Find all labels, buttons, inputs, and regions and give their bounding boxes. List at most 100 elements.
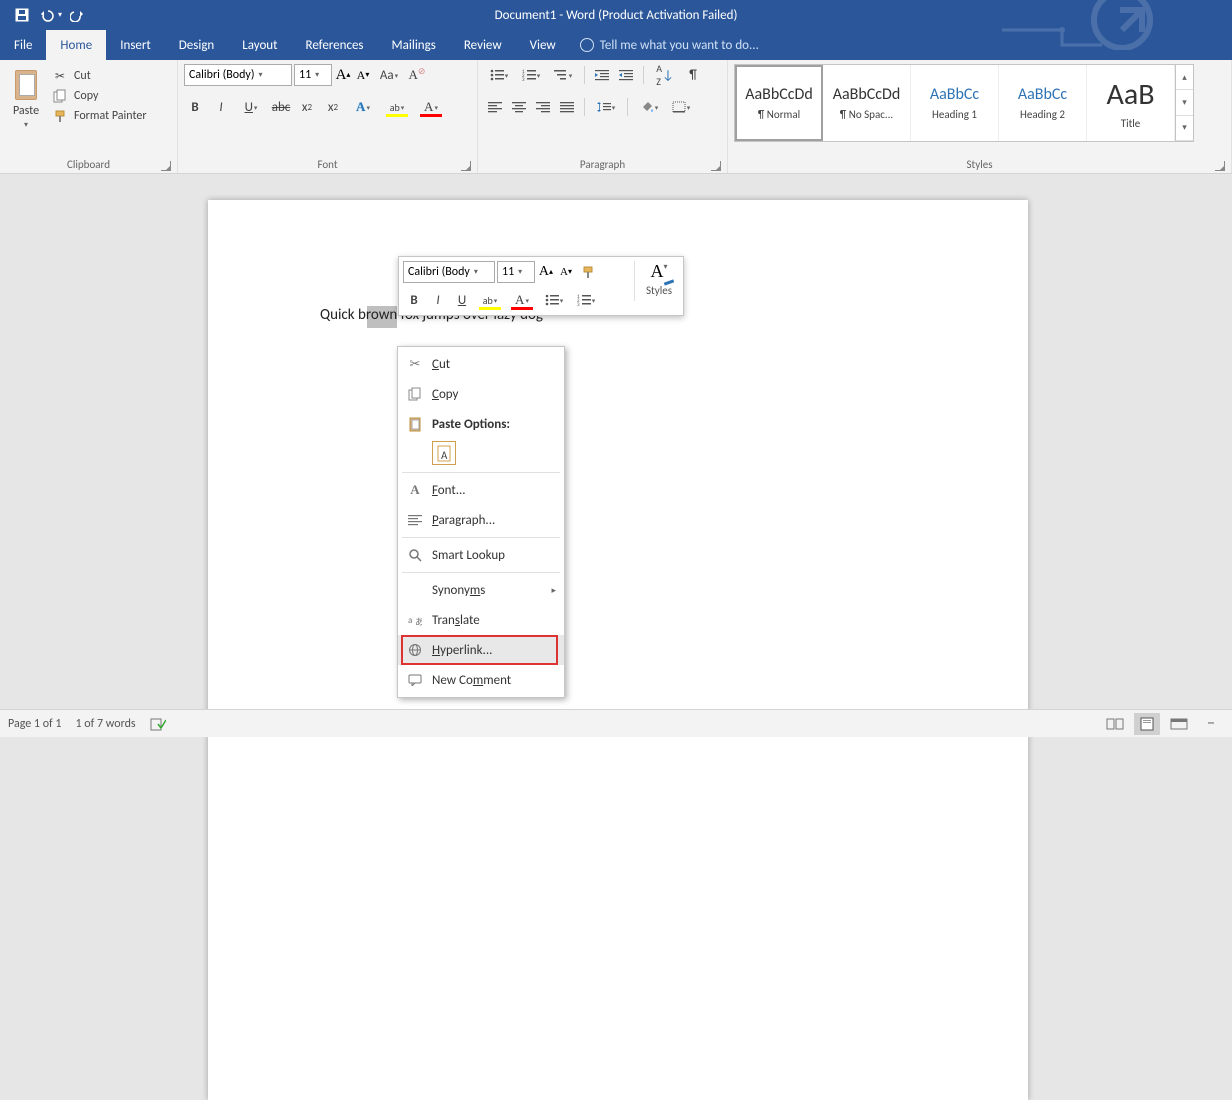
bold-button[interactable]: B [184,96,206,118]
mini-italic-button[interactable]: I [427,289,449,311]
paste-split-button[interactable]: Paste ▾ [6,64,46,130]
menu-translate[interactable]: aあTranslate [398,605,564,635]
cut-button[interactable]: ✂Cut [52,68,147,84]
group-styles: AaBbCcDd¶ Normal AaBbCcDd¶ No Spac... Aa… [728,60,1232,173]
mini-format-painter-button[interactable] [577,261,599,283]
tab-view[interactable]: View [516,30,570,60]
paragraph-launcher[interactable] [711,161,721,171]
menu-copy[interactable]: Copy [398,379,564,409]
menu-cut[interactable]: ✂Cut [398,349,564,379]
align-right-button[interactable] [532,96,554,118]
tab-references[interactable]: References [292,30,378,60]
status-proofing-icon[interactable] [150,717,166,731]
svg-text:3: 3 [577,302,580,306]
gallery-more[interactable]: ▾ [1176,116,1193,141]
text-effects-button[interactable]: A▾ [348,96,378,118]
italic-button[interactable]: I [210,96,232,118]
font-size-combo[interactable]: 11▾ [294,64,332,86]
status-page[interactable]: Page 1 of 1 [8,717,62,731]
mini-numbering-button[interactable]: 123▾ [571,289,601,311]
style-heading-1[interactable]: AaBbCcHeading 1 [911,65,999,141]
numbering-button[interactable]: 123▾ [516,64,546,86]
mini-font-size-combo[interactable]: 11▾ [497,261,535,283]
shrink-font-button[interactable]: A▾ [354,64,372,86]
undo-split-button[interactable]: ▾ [38,3,62,27]
tab-design[interactable]: Design [165,30,228,60]
highlight-color-button[interactable]: ab▾ [382,96,412,118]
tab-layout[interactable]: Layout [228,30,291,60]
mini-bold-button[interactable]: B [403,289,425,311]
view-read-mode-button[interactable] [1102,713,1128,735]
menu-paragraph[interactable]: Paragraph... [398,505,564,535]
align-center-button[interactable] [508,96,530,118]
tab-review[interactable]: Review [450,30,516,60]
show-paragraph-marks-button[interactable]: ¶ [682,64,704,86]
svg-text:a: a [408,615,412,626]
mini-font-color-button[interactable]: A▾ [507,289,537,311]
tab-home[interactable]: Home [46,30,106,60]
paste-keep-text-only-button[interactable]: A [432,441,456,465]
document-area[interactable]: Quick brown fox jumps over lazy dog [0,174,1232,709]
gallery-scroll-down[interactable]: ▾ [1176,90,1193,115]
clear-formatting-button[interactable]: A⊘ [406,64,428,86]
mini-underline-button[interactable]: U [451,289,473,311]
tab-insert[interactable]: Insert [106,30,165,60]
styles-launcher[interactable] [1215,161,1225,171]
copy-button[interactable]: Copy [52,88,147,104]
strikethrough-button[interactable]: abc [270,96,292,118]
mini-highlight-button[interactable]: ab▾ [475,289,505,311]
subscript-button[interactable]: x2 [296,96,318,118]
style-title[interactable]: AaBTitle [1087,65,1175,141]
redo-button[interactable] [66,3,90,27]
document-page[interactable]: Quick brown fox jumps over lazy dog [208,200,1028,1100]
shading-button[interactable]: ▾ [634,96,664,118]
menu-smart-lookup[interactable]: Smart Lookup [398,540,564,570]
font-launcher[interactable] [461,161,471,171]
group-font-label: Font [317,158,337,171]
copy-icon [406,385,424,403]
mini-styles-button[interactable]: A▾ Styles [639,261,679,311]
view-print-layout-button[interactable] [1134,713,1160,735]
superscript-button[interactable]: x2 [322,96,344,118]
sort-button[interactable]: AZ↓ [650,64,680,86]
change-case-button[interactable]: Aa▾ [374,64,404,86]
borders-button[interactable]: ▾ [666,96,696,118]
style-no-spacing[interactable]: AaBbCcDd¶ No Spac... [823,65,911,141]
increase-indent-button[interactable] [615,64,637,86]
separator [584,98,585,116]
status-words[interactable]: 1 of 7 words [76,717,136,731]
font-name-combo[interactable]: Calibri (Body)▾ [184,64,292,86]
line-spacing-button[interactable]: ▾ [591,96,621,118]
tab-mailings[interactable]: Mailings [378,30,450,60]
mini-shrink-font-button[interactable]: A▾ [557,261,575,283]
undo-icon [38,8,56,22]
multilevel-list-button[interactable]: ▾ [548,64,578,86]
mini-grow-font-button[interactable]: A▴ [537,261,555,283]
mini-font-name-combo[interactable]: Calibri (Body▾ [403,261,495,283]
gallery-scroll-up[interactable]: ▴ [1176,65,1193,90]
menu-synonyms[interactable]: Synonyms▸ [398,575,564,605]
view-web-layout-button[interactable] [1166,713,1192,735]
clipboard-launcher[interactable] [161,161,171,171]
save-button[interactable] [10,3,34,27]
grow-font-button[interactable]: A▴ [334,64,352,86]
format-painter-button[interactable]: Format Painter [52,108,147,124]
menu-new-comment[interactable]: New Comment [398,665,564,695]
style-normal[interactable]: AaBbCcDd¶ Normal [735,65,823,141]
tab-file[interactable]: File [0,30,46,60]
svg-text:A: A [441,449,448,462]
tell-me-search[interactable]: Tell me what you want to do... [580,30,759,60]
bullets-button[interactable]: ▾ [484,64,514,86]
align-left-button[interactable] [484,96,506,118]
menu-hyperlink[interactable]: Hyperlink... [398,635,564,665]
decrease-indent-button[interactable] [591,64,613,86]
style-heading-2[interactable]: AaBbCcHeading 2 [999,65,1087,141]
mini-bullets-button[interactable]: ▾ [539,289,569,311]
menu-font[interactable]: AFont... [398,475,564,505]
align-right-icon [536,101,550,113]
justify-button[interactable] [556,96,578,118]
underline-split-button[interactable]: U▾ [236,96,266,118]
font-color-button[interactable]: A▾ [416,96,446,118]
tell-me-placeholder: Tell me what you want to do... [600,38,759,53]
zoom-out-button[interactable]: − [1198,713,1224,735]
